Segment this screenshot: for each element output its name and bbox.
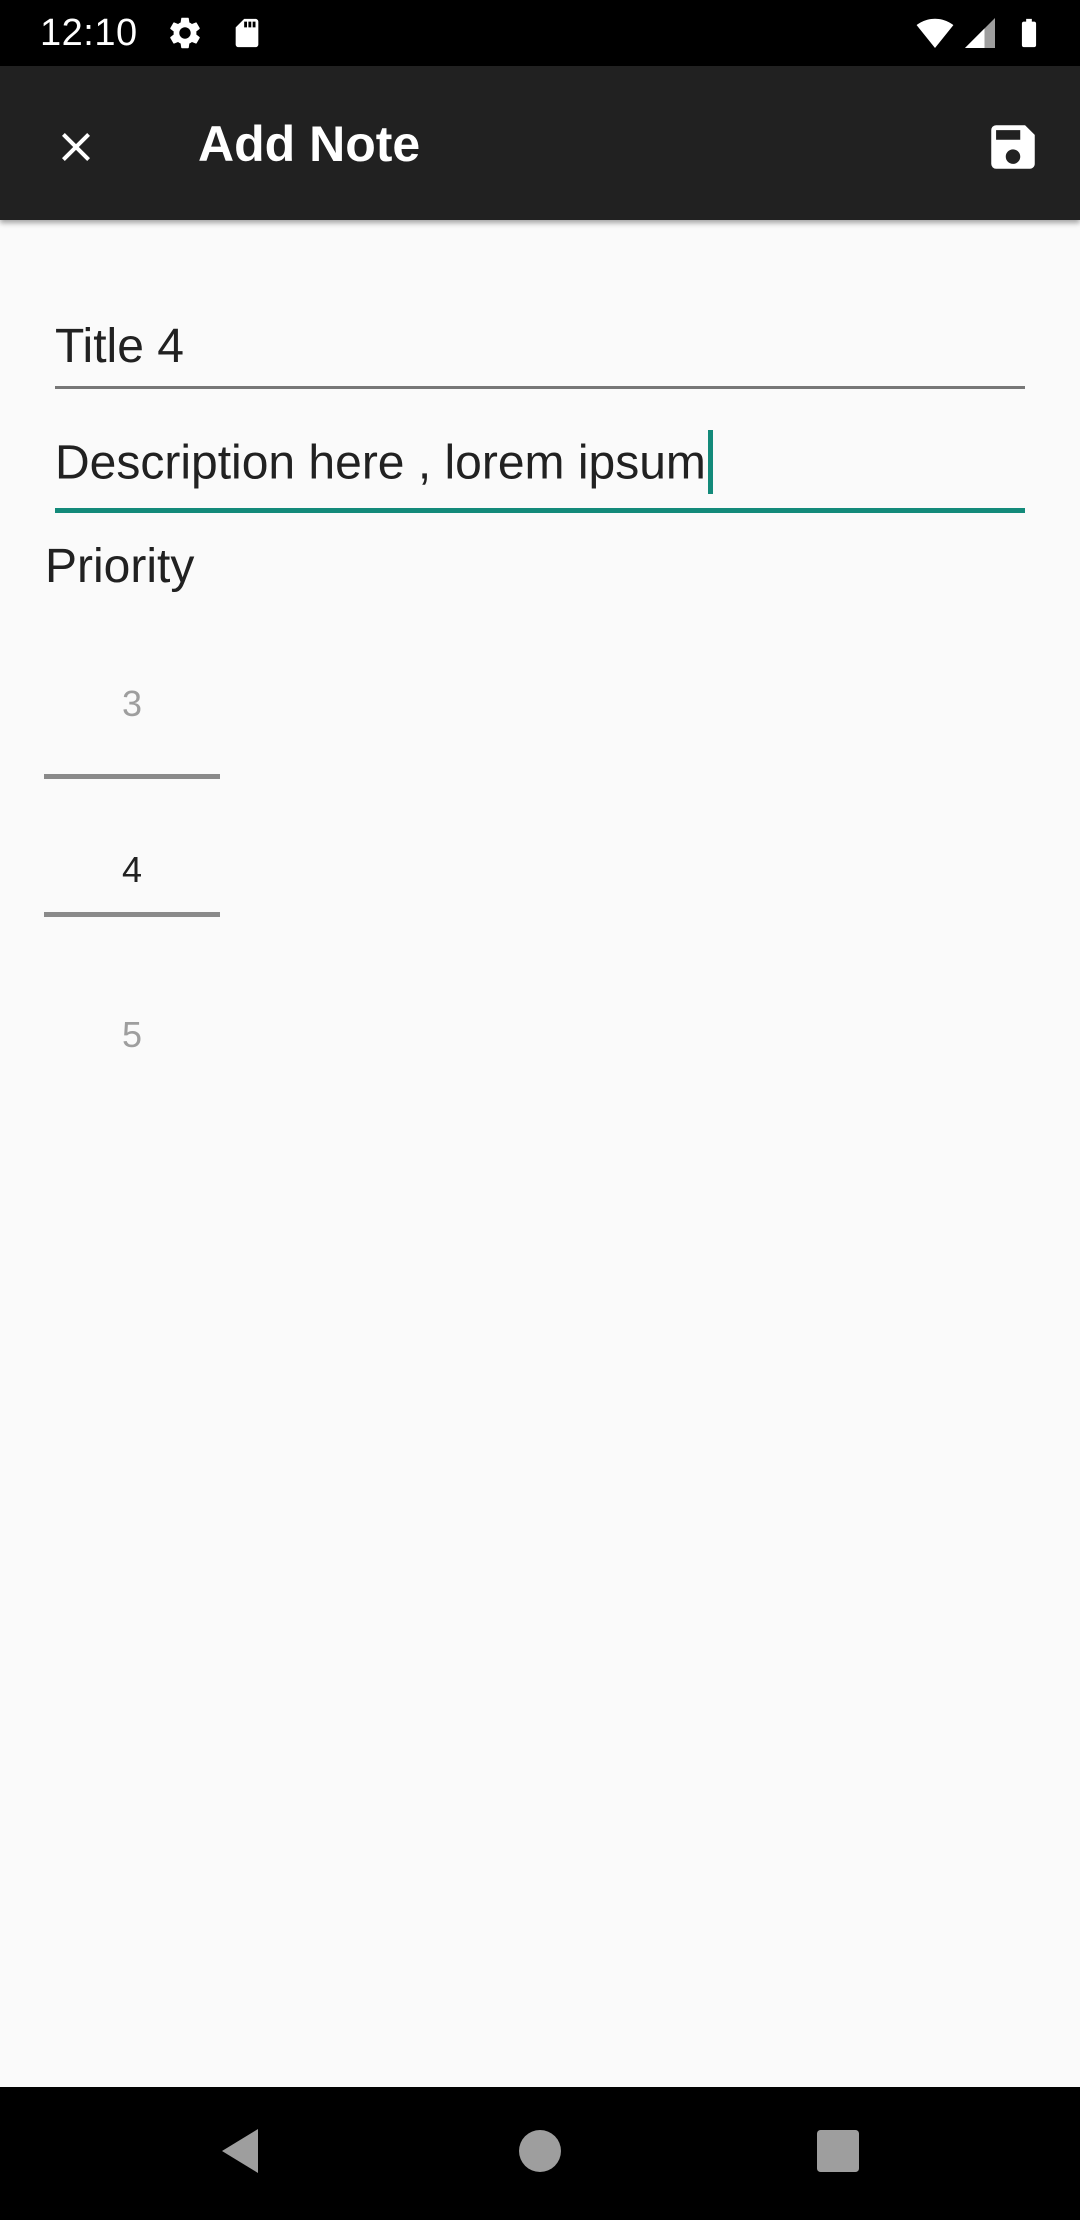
- sd-card-icon: [230, 14, 264, 52]
- page-title: Add Note: [198, 116, 421, 172]
- description-field-value: Description here , lorem ipsum: [55, 436, 706, 490]
- description-field-wrapper: Description here , lorem ipsum: [55, 430, 713, 498]
- save-button[interactable]: [970, 106, 1056, 192]
- note-form: Title 4 Description here , lorem ipsum P…: [0, 220, 1080, 2087]
- title-field[interactable]: Title 4: [55, 290, 1025, 389]
- home-button[interactable]: [500, 2113, 580, 2193]
- back-button[interactable]: [200, 2113, 280, 2193]
- status-bar: 12:10: [0, 0, 1080, 66]
- app-bar: Add Note: [0, 66, 1080, 220]
- cellular-signal-icon: [962, 14, 998, 52]
- battery-icon: [1012, 14, 1046, 52]
- screen: 12:10 Add Note Title 4 Description here …: [0, 0, 1080, 2220]
- priority-option-next[interactable]: 5: [44, 1013, 220, 1057]
- navigation-bar: [0, 2087, 1080, 2220]
- text-cursor: [707, 430, 713, 494]
- home-icon: [519, 2129, 561, 2177]
- priority-number-picker[interactable]: 3 4 5: [44, 620, 220, 1055]
- settings-icon: [166, 14, 204, 52]
- picker-divider-top: [44, 774, 220, 779]
- close-button[interactable]: [36, 109, 116, 189]
- recents-button[interactable]: [798, 2113, 878, 2193]
- priority-label: Priority: [45, 540, 195, 593]
- save-icon: [984, 118, 1042, 181]
- description-field[interactable]: Description here , lorem ipsum: [55, 412, 1025, 513]
- close-icon: [52, 123, 100, 176]
- picker-divider-bottom: [44, 912, 220, 917]
- back-icon: [218, 2127, 262, 2180]
- priority-option-selected[interactable]: 4: [44, 848, 220, 892]
- title-field-value: Title 4: [55, 320, 184, 373]
- wifi-icon: [914, 14, 956, 52]
- recents-icon: [817, 2129, 859, 2177]
- priority-option-previous[interactable]: 3: [44, 682, 220, 726]
- status-time: 12:10: [40, 12, 138, 54]
